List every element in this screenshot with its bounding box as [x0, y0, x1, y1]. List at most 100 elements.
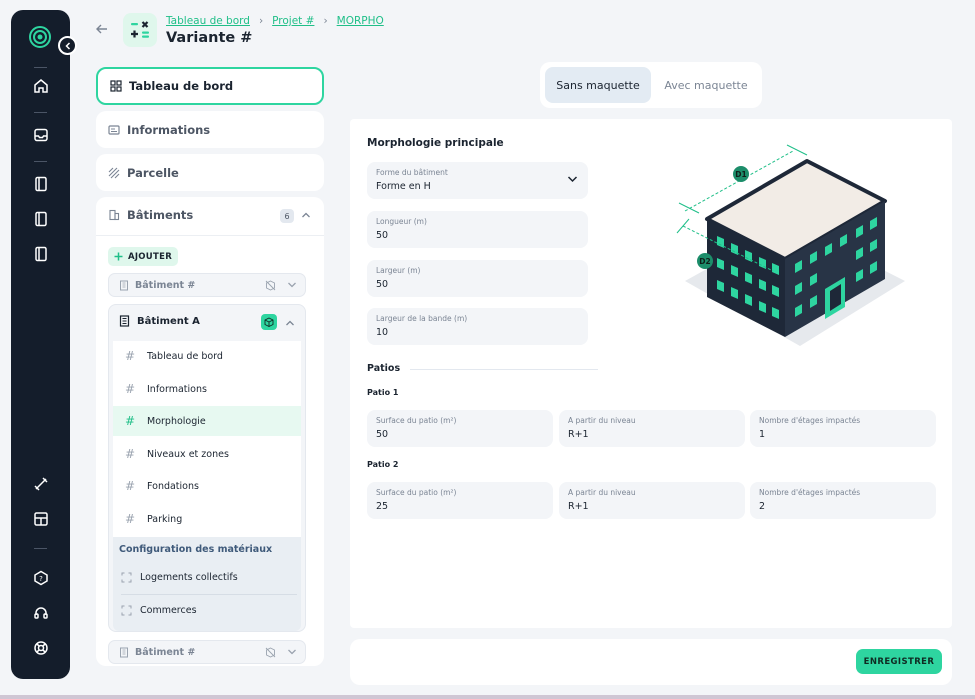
book-icon[interactable] — [30, 173, 52, 195]
materials-config-title: Configuration des matériaux — [119, 544, 273, 555]
hash-icon: # — [125, 382, 136, 396]
config-item-logements[interactable]: Logements collectifs — [121, 562, 293, 592]
tab-sans-maquette[interactable]: Sans maquette — [545, 67, 651, 103]
layout-icon[interactable] — [30, 508, 52, 530]
hash-icon: # — [125, 447, 136, 461]
forme-select[interactable]: Forme du bâtiment Forme en H — [367, 162, 588, 199]
plus-icon — [114, 252, 123, 261]
batiments-header[interactable]: Bâtiments — [108, 208, 193, 222]
breadcrumb-project-link[interactable]: Projet # — [272, 15, 314, 27]
sub-item-parking[interactable]: # Parking — [113, 504, 301, 534]
nav-dashboard-label: Tableau de bord — [129, 79, 234, 93]
patio-surface-value: 25 — [376, 501, 389, 512]
breadcrumb-separator: › — [323, 15, 328, 27]
patio-etages-value: 1 — [759, 429, 766, 440]
sub-item-label: Fondations — [147, 480, 199, 492]
sub-item-label: Morphologie — [147, 415, 206, 427]
batiments-label: Bâtiments — [127, 208, 194, 222]
cube-icon[interactable] — [261, 314, 277, 330]
morphology-panel: Morphologie principale Forme du bâtiment… — [350, 119, 952, 628]
book-icon[interactable] — [30, 208, 52, 230]
config-item-label: Commerces — [140, 604, 197, 616]
sub-item-fondations[interactable]: # Fondations — [113, 471, 301, 501]
support-icon[interactable] — [30, 637, 52, 659]
hash-icon: # — [125, 512, 136, 526]
chevron-up-icon[interactable] — [285, 319, 295, 327]
patio-niveau-value: R+1 — [568, 429, 589, 440]
largeur-value: 50 — [376, 279, 389, 290]
bande-input[interactable]: Largeur de la bande (m) 10 — [367, 308, 588, 345]
svg-text:?: ? — [39, 575, 43, 583]
longueur-value: 50 — [376, 230, 389, 241]
hash-icon: # — [125, 349, 136, 363]
rail-divider — [34, 548, 47, 549]
patio-etages-input[interactable]: Nombre d'étages impactés 1 — [750, 410, 936, 447]
chevron-up-icon[interactable] — [301, 211, 311, 219]
sub-item-niveaux[interactable]: # Niveaux et zones — [113, 439, 301, 469]
largeur-input[interactable]: Largeur (m) 50 — [367, 260, 588, 297]
home-icon[interactable] — [30, 75, 52, 97]
building-icon — [120, 280, 128, 290]
sub-item-label: Informations — [147, 383, 207, 395]
building-expanded-label: Bâtiment A — [137, 315, 200, 327]
nav-informations-label: Informations — [127, 122, 211, 137]
building-row[interactable]: Bâtiment # — [108, 273, 306, 297]
footer-bar: ENREGISTRER — [350, 639, 952, 685]
tools-icon[interactable] — [30, 473, 52, 495]
breadcrumb-dashboard-link[interactable]: Tableau de bord — [166, 15, 250, 27]
patio-etages-value: 2 — [759, 501, 766, 512]
section-title: Morphologie principale — [367, 137, 504, 149]
nav-informations[interactable]: Informations — [96, 111, 324, 148]
config-item-label: Logements collectifs — [140, 571, 238, 583]
patio-surface-input[interactable]: Surface du patio (m²) 50 — [367, 410, 553, 447]
book-icon[interactable] — [30, 243, 52, 265]
building-expanded-header[interactable]: Bâtiment A — [119, 315, 200, 327]
building-expanded: Bâtiment A # Tableau de bord # Information… — [108, 304, 306, 632]
breadcrumb: Tableau de bord › Projet # › MORPHO — [166, 15, 384, 27]
id-card-icon — [108, 124, 120, 135]
building-icon — [120, 647, 128, 657]
d2-label: D2 — [699, 257, 710, 266]
patio-title: Patio 1 — [367, 388, 399, 397]
patio-etages-label: Nombre d'étages impactés — [759, 416, 861, 425]
building-icon — [119, 315, 130, 327]
chevron-down-icon[interactable] — [287, 648, 297, 656]
config-item-commerces[interactable]: Commerces — [121, 595, 293, 625]
d1-label: D1 — [735, 170, 746, 179]
breadcrumb-morpho-link[interactable]: MORPHO — [337, 15, 384, 27]
add-building-button[interactable]: AJOUTER — [108, 247, 178, 266]
forme-label: Forme du bâtiment — [376, 168, 448, 177]
scan-icon — [121, 605, 132, 615]
sub-item-label: Niveaux et zones — [147, 448, 229, 460]
help-icon[interactable]: ? — [30, 567, 52, 589]
left-rail: ? — [11, 10, 77, 679]
nav-dashboard[interactable]: Tableau de bord — [96, 67, 324, 105]
nav-parcelle-label: Parcelle — [127, 165, 179, 180]
patio-surface-input[interactable]: Surface du patio (m²) 25 — [367, 482, 553, 519]
patio-niveau-input[interactable]: A partir du niveau R+1 — [559, 482, 745, 519]
hash-icon: # — [125, 479, 136, 493]
rail-divider — [34, 161, 47, 162]
sub-item-morphologie[interactable]: # Morphologie — [113, 406, 301, 436]
logo-icon[interactable] — [29, 26, 51, 48]
sub-item-informations[interactable]: # Informations — [113, 374, 301, 404]
inbox-icon[interactable] — [30, 124, 52, 146]
nav-parcelle[interactable]: Parcelle — [96, 154, 324, 191]
bande-value: 10 — [376, 327, 389, 338]
scan-icon — [121, 572, 132, 582]
building-row[interactable]: Bâtiment # — [108, 640, 306, 664]
model-toggle: Sans maquette Avec maquette — [540, 62, 762, 108]
tab-avec-maquette[interactable]: Avec maquette — [654, 67, 758, 103]
chevron-down-icon[interactable] — [287, 281, 297, 289]
patio-etages-input[interactable]: Nombre d'étages impactés 2 — [750, 482, 936, 519]
headset-icon[interactable] — [30, 602, 52, 624]
collapse-sidebar-button[interactable] — [58, 36, 77, 55]
building-row-label: Bâtiment # — [135, 279, 196, 291]
sub-item-dashboard[interactable]: # Tableau de bord — [113, 341, 301, 371]
rail-divider — [34, 67, 47, 68]
back-arrow-icon[interactable] — [95, 22, 109, 36]
longueur-input[interactable]: Longueur (m) 50 — [367, 211, 588, 248]
chevron-left-icon — [64, 41, 70, 50]
save-button[interactable]: ENREGISTRER — [856, 649, 942, 674]
patio-niveau-input[interactable]: A partir du niveau R+1 — [559, 410, 745, 447]
